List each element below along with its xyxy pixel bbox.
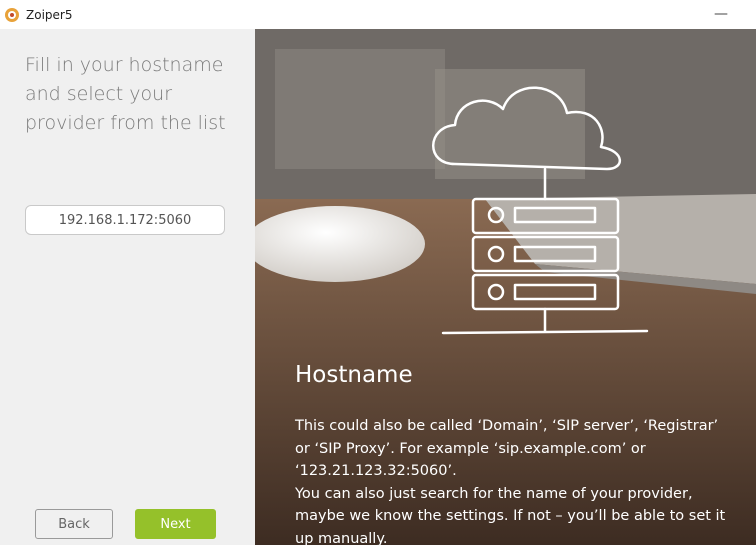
minimize-button[interactable]: — bbox=[714, 6, 728, 22]
info-title: Hostname bbox=[295, 362, 413, 388]
info-panel: Hostname This could also be called ‘Doma… bbox=[255, 29, 756, 545]
info-paragraph: You can also just search for the name of… bbox=[295, 485, 726, 545]
zoiper-logo-icon bbox=[4, 7, 20, 23]
page-heading: Fill in your hostname and select your pr… bbox=[25, 54, 226, 134]
window-title: Zoiper5 bbox=[26, 7, 73, 22]
info-paragraph: This could also be called ‘Domain’, ‘SIP… bbox=[295, 418, 719, 479]
setup-form-panel: Fill in your hostname and select your pr… bbox=[0, 29, 255, 545]
title-bar: Zoiper5 — bbox=[0, 0, 756, 29]
next-button[interactable]: Next bbox=[135, 509, 216, 539]
hostname-input[interactable] bbox=[25, 205, 225, 235]
back-button[interactable]: Back bbox=[35, 509, 113, 539]
info-description: This could also be called ‘Domain’, ‘SIP… bbox=[295, 415, 735, 545]
